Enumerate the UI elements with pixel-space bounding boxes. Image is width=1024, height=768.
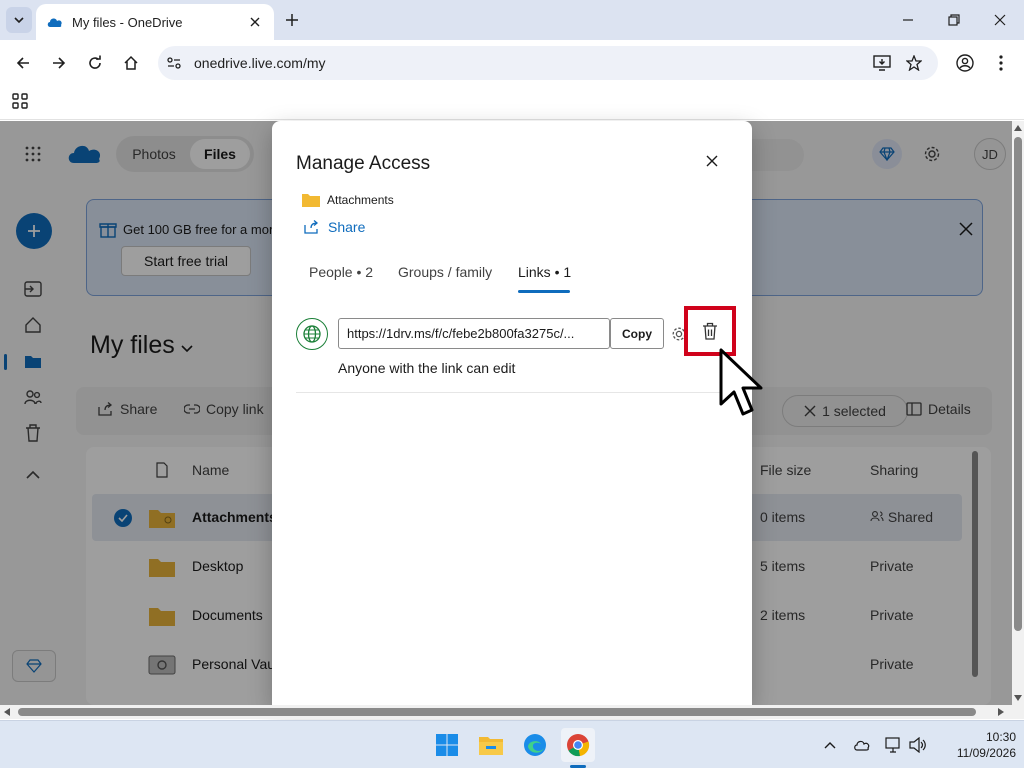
close-window-icon[interactable] [988, 8, 1012, 32]
folder-icon [302, 194, 320, 207]
chevron-down-icon [14, 17, 24, 24]
onedrive-tray-icon[interactable] [852, 735, 872, 755]
home-icon[interactable] [119, 51, 143, 75]
address-bar[interactable]: onedrive.live.com/my [158, 46, 938, 80]
vertical-scroll-thumb[interactable] [1014, 137, 1022, 631]
back-icon[interactable] [11, 51, 35, 75]
volume-icon[interactable] [908, 735, 928, 755]
tray-overflow-chevron-icon[interactable] [820, 735, 840, 755]
scroll-left-arrow-icon [4, 708, 10, 716]
copy-link-button[interactable]: Copy [610, 318, 664, 349]
tab-close-icon[interactable] [246, 13, 264, 31]
page-vertical-scrollbar[interactable] [1012, 121, 1024, 705]
scroll-up-arrow-icon [1014, 125, 1022, 131]
share-icon [304, 220, 319, 234]
dialog-share-button[interactable]: Share [304, 219, 365, 235]
clock-time: 10:30 [985, 730, 1016, 744]
tab-groups-family[interactable]: Groups / family [398, 264, 492, 280]
minimize-icon[interactable] [896, 8, 920, 32]
browser-tabstrip: My files - OneDrive [0, 0, 1024, 40]
scroll-down-arrow-icon [1014, 695, 1022, 701]
address-url: onedrive.live.com/my [194, 55, 326, 71]
tab-people[interactable]: People • 2 [309, 264, 373, 280]
site-info-icon[interactable] [164, 53, 184, 73]
page-horizontal-scrollbar[interactable] [0, 705, 1024, 719]
manage-access-dialog: Manage Access Attachments Share People •… [272, 121, 752, 705]
dialog-share-label: Share [328, 219, 366, 235]
restore-icon[interactable] [942, 8, 966, 32]
divider [296, 392, 728, 393]
file-explorer-icon[interactable] [474, 728, 508, 762]
globe-icon [296, 318, 328, 350]
network-icon[interactable] [884, 735, 904, 755]
chrome-browser-icon[interactable] [561, 728, 595, 762]
forward-icon[interactable] [47, 51, 71, 75]
edge-browser-icon[interactable] [518, 728, 552, 762]
dialog-close-icon[interactable] [702, 151, 722, 171]
clock-date: 11/09/2026 [956, 746, 1016, 760]
tab-title: My files - OneDrive [72, 14, 183, 30]
active-tab-indicator [518, 290, 570, 293]
bookmark-star-icon[interactable] [904, 53, 924, 73]
link-permission-text: Anyone with the link can edit [338, 360, 516, 376]
browser-tab-onedrive[interactable]: My files - OneDrive [36, 4, 274, 40]
dialog-folder-name: Attachments [327, 193, 394, 207]
windows-taskbar: 10:30 11/09/2026 [0, 720, 1024, 768]
start-windows-icon[interactable] [430, 728, 464, 762]
new-tab-icon[interactable] [282, 10, 302, 30]
apps-grid-icon[interactable] [12, 93, 30, 111]
browser-menu-icon[interactable] [989, 51, 1013, 75]
mouse-pointer-icon [719, 348, 763, 416]
scroll-right-arrow-icon [998, 708, 1004, 716]
bookmarks-bar [0, 86, 1024, 120]
browser-toolbar: onedrive.live.com/my [0, 40, 1024, 86]
share-link-url: https://1drv.ms/f/c/febe2b800fa3275c/... [347, 326, 575, 341]
share-link-field[interactable]: https://1drv.ms/f/c/febe2b800fa3275c/... [338, 318, 610, 349]
onedrive-icon [47, 18, 62, 27]
tab-links[interactable]: Links • 1 [518, 264, 571, 280]
profile-icon[interactable] [953, 51, 977, 75]
system-clock[interactable]: 10:30 11/09/2026 [936, 729, 1016, 761]
trash-icon [703, 322, 717, 340]
tab-search-button[interactable] [6, 7, 32, 33]
dialog-title: Manage Access [296, 153, 431, 174]
horizontal-scroll-thumb[interactable] [18, 708, 976, 716]
install-app-icon[interactable] [872, 53, 892, 73]
reload-icon[interactable] [83, 51, 107, 75]
